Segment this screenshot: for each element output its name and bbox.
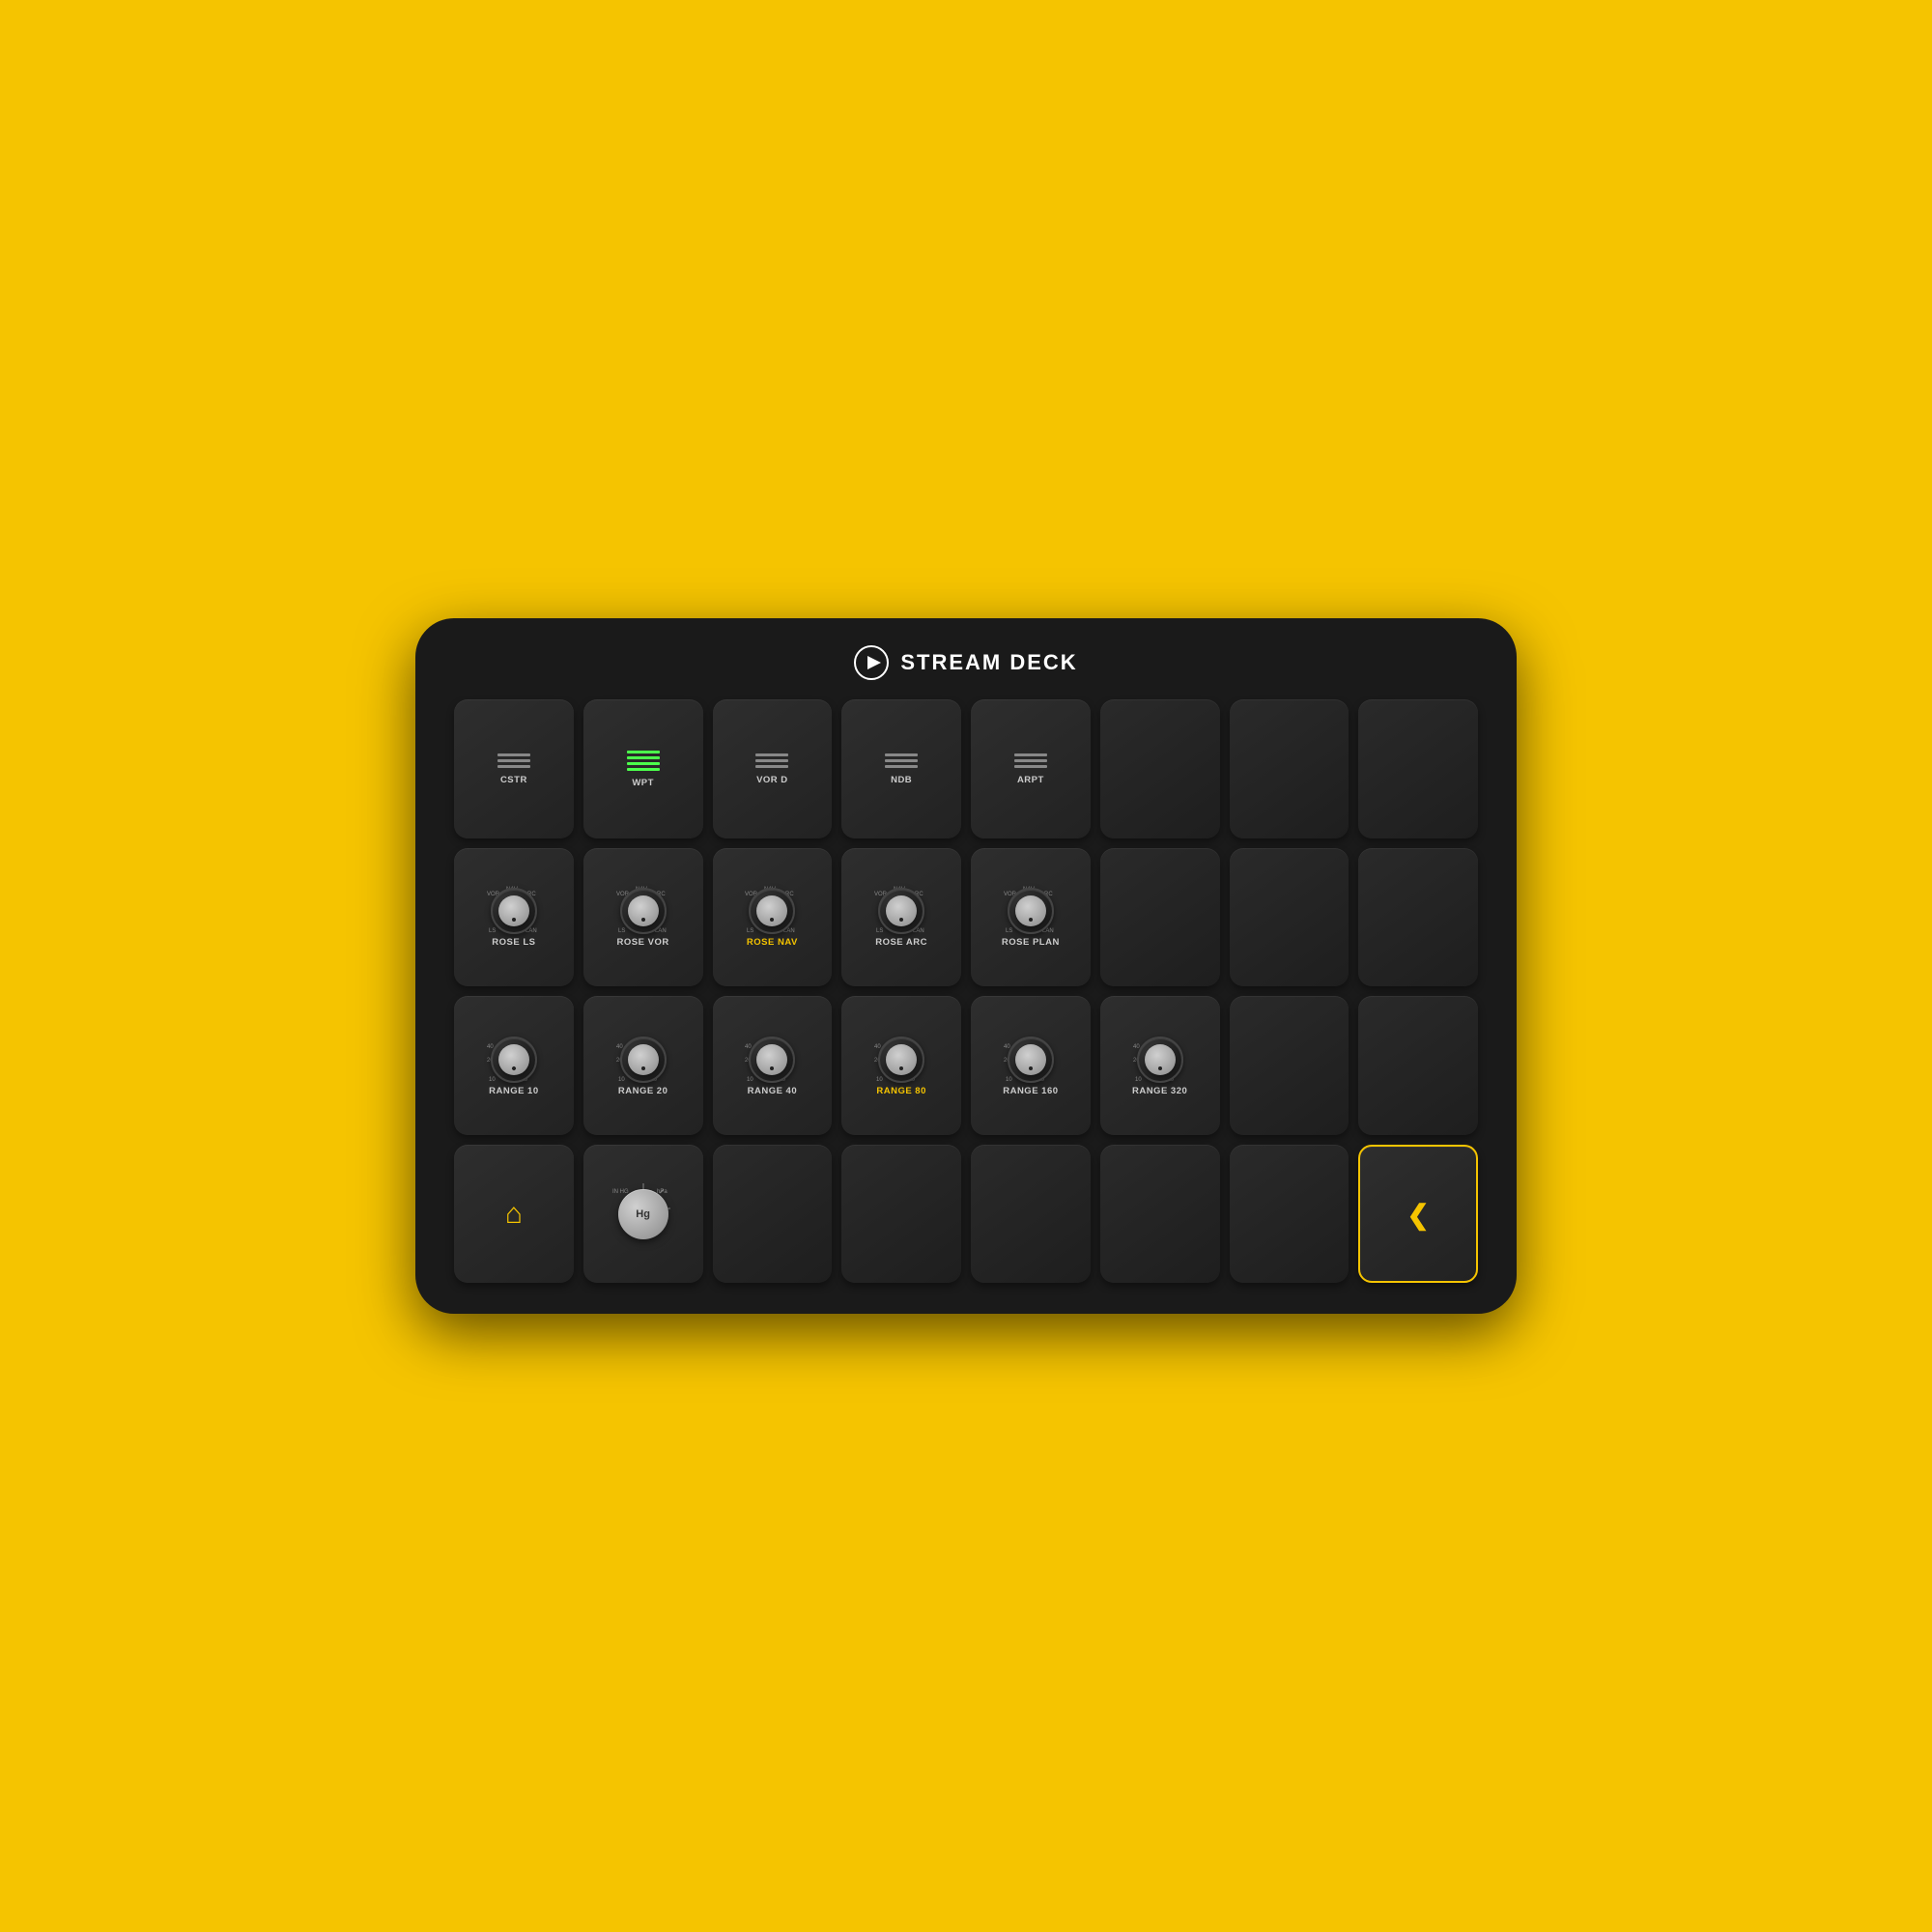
knob-rose-plan: VOR NAV ARC LS PLAN — [1006, 888, 1056, 934]
btn-label-rose-plan: ROSE PLAN — [1002, 937, 1060, 948]
btn-rose-arc[interactable]: VOR NAV ARC LS PLAN ROSE ARC — [841, 848, 961, 987]
knob-rose-arc: VOR NAV ARC LS PLAN — [876, 888, 926, 934]
btn-label-vord: VOR D — [756, 775, 788, 785]
lines-icon-arpt — [1014, 753, 1047, 768]
knob-rose-nav: VOR NAV ARC LS PLAN — [747, 888, 797, 934]
header: STREAM DECK — [854, 645, 1077, 680]
svg-text:LS: LS — [876, 928, 883, 934]
lines-icon-ndb — [885, 753, 918, 768]
btn-range-160[interactable]: 10 20 40 80 160 320 RANGE 160 — [971, 996, 1091, 1135]
btn-back[interactable]: ❮ — [1358, 1145, 1478, 1284]
btn-label-rose-vor: ROSE VOR — [617, 937, 669, 948]
knob-range-160: 10 20 40 80 160 320 — [1006, 1037, 1056, 1083]
btn-range-320[interactable]: 10 20 40 80 160 320 RANGE 320 — [1100, 996, 1220, 1135]
stream-deck-device: STREAM DECK CSTR WPT VOR D NDB — [415, 618, 1517, 1314]
home-icon: ⌂ — [505, 1198, 523, 1231]
btn-empty-6 — [1358, 848, 1478, 987]
btn-hg[interactable]: IN HG hPa Hg — [583, 1145, 703, 1284]
svg-text:LS: LS — [1006, 928, 1012, 934]
btn-label-rose-arc: ROSE ARC — [875, 937, 927, 948]
btn-empty-12 — [1100, 1145, 1220, 1284]
svg-text:10: 10 — [876, 1077, 883, 1083]
knob-rose-vor: VOR NAV ARC LS PLAN — [618, 888, 668, 934]
btn-empty-9 — [713, 1145, 833, 1284]
btn-label-wpt: WPT — [632, 778, 654, 788]
btn-empty-4 — [1100, 848, 1220, 987]
lines-icon-wpt — [627, 751, 660, 771]
btn-empty-7 — [1230, 996, 1350, 1135]
svg-text:10: 10 — [747, 1077, 753, 1083]
btn-label-range-80: RANGE 80 — [876, 1086, 926, 1096]
svg-text:LS: LS — [747, 928, 753, 934]
brand-name: STREAM DECK — [900, 650, 1077, 675]
btn-vor-d[interactable]: VOR D — [713, 699, 833, 838]
hg-label: Hg — [636, 1208, 650, 1220]
btn-empty-11 — [971, 1145, 1091, 1284]
btn-label-ndb: NDB — [891, 775, 912, 785]
knob-range-20: 10 20 40 80 160 320 — [618, 1037, 668, 1083]
svg-text:10: 10 — [489, 1077, 496, 1083]
btn-home[interactable]: ⌂ — [454, 1145, 574, 1284]
btn-empty-10 — [841, 1145, 961, 1284]
btn-arpt[interactable]: ARPT — [971, 699, 1091, 838]
btn-rose-vor[interactable]: VOR NAV ARC LS PLAN ROSE VOR — [583, 848, 703, 987]
back-chevron-icon: ❮ — [1406, 1199, 1429, 1231]
button-grid: CSTR WPT VOR D NDB ARPT — [454, 699, 1478, 1283]
btn-empty-3 — [1358, 699, 1478, 838]
knob-range-320: 10 20 40 80 160 320 — [1135, 1037, 1185, 1083]
btn-empty-13 — [1230, 1145, 1350, 1284]
btn-rose-nav[interactable]: VOR NAV ARC LS PLAN ROSE NAV — [713, 848, 833, 987]
btn-label-range-20: RANGE 20 — [618, 1086, 668, 1096]
btn-range-20[interactable]: 10 20 40 80 160 320 RANGE 20 — [583, 996, 703, 1135]
btn-label-cstr: CSTR — [500, 775, 527, 785]
btn-rose-ls[interactable]: VOR NAV ARC LS PLAN ROSE LS — [454, 848, 574, 987]
btn-range-80[interactable]: 10 20 40 80 160 320 RANGE 80 — [841, 996, 961, 1135]
svg-text:LS: LS — [618, 928, 625, 934]
hg-knob: Hg — [618, 1189, 668, 1239]
knob-rose-ls: VOR NAV ARC LS PLAN — [489, 888, 539, 934]
btn-label-range-40: RANGE 40 — [748, 1086, 798, 1096]
btn-label-arpt: ARPT — [1017, 775, 1044, 785]
lines-icon-cstr — [497, 753, 530, 768]
btn-label-range-320: RANGE 320 — [1132, 1086, 1187, 1096]
btn-range-10[interactable]: 10 20 40 80 160 320 RANGE 10 — [454, 996, 574, 1135]
btn-cstr[interactable]: CSTR — [454, 699, 574, 838]
btn-empty-1 — [1100, 699, 1220, 838]
btn-range-40[interactable]: 10 20 40 80 160 320 RANGE 40 — [713, 996, 833, 1135]
btn-empty-8 — [1358, 996, 1478, 1135]
lines-icon-vord — [755, 753, 788, 768]
btn-empty-5 — [1230, 848, 1350, 987]
svg-text:10: 10 — [1135, 1077, 1142, 1083]
svg-text:LS: LS — [489, 928, 496, 934]
knob-range-10: 10 20 40 80 160 320 — [489, 1037, 539, 1083]
btn-label-range-160: RANGE 160 — [1003, 1086, 1058, 1096]
btn-empty-2 — [1230, 699, 1350, 838]
stream-deck-logo-icon — [854, 645, 889, 680]
btn-wpt[interactable]: WPT — [583, 699, 703, 838]
svg-text:10: 10 — [618, 1077, 625, 1083]
btn-ndb[interactable]: NDB — [841, 699, 961, 838]
btn-label-range-10: RANGE 10 — [489, 1086, 539, 1096]
knob-range-40: 10 20 40 80 160 320 — [747, 1037, 797, 1083]
btn-rose-plan[interactable]: VOR NAV ARC LS PLAN ROSE PLAN — [971, 848, 1091, 987]
btn-label-rose-nav: ROSE NAV — [747, 937, 798, 948]
svg-text:10: 10 — [1006, 1077, 1012, 1083]
btn-label-rose-ls: ROSE LS — [492, 937, 535, 948]
knob-range-80: 10 20 40 80 160 320 — [876, 1037, 926, 1083]
